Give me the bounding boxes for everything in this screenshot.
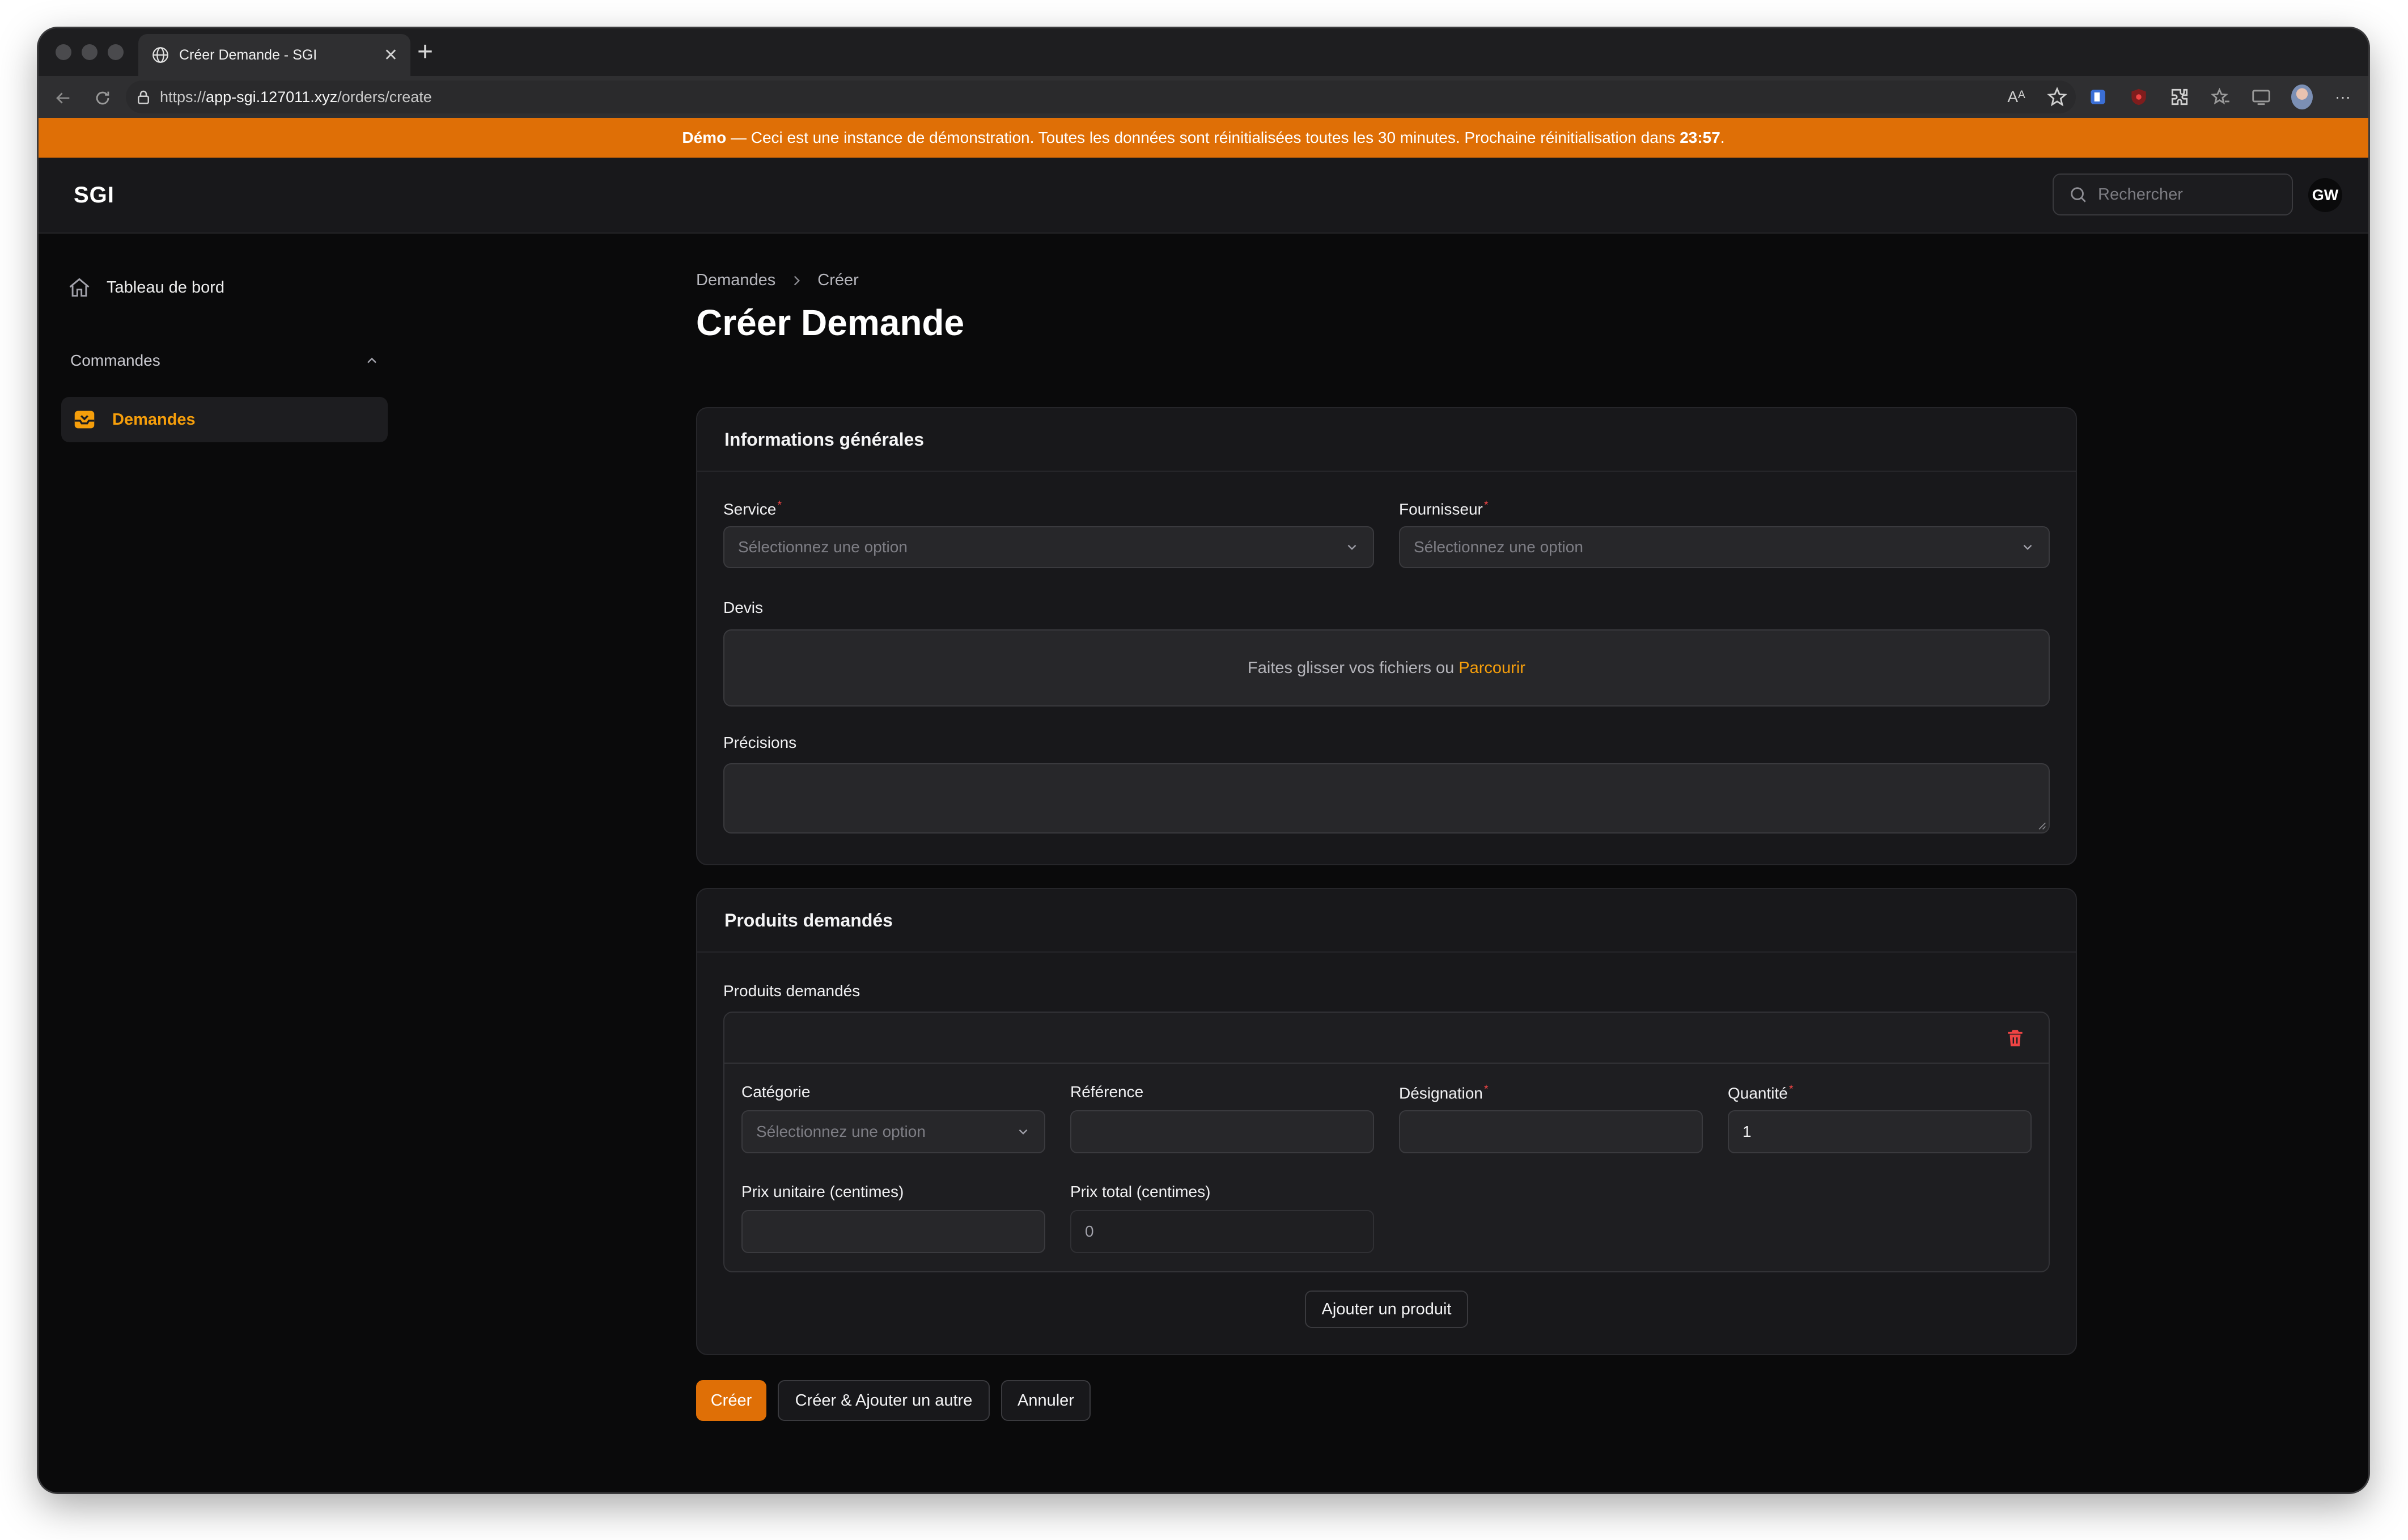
unit-price-input[interactable] bbox=[741, 1210, 1045, 1253]
address-bar[interactable]: https://app-sgi.127011.xyz/orders/create bbox=[126, 81, 2076, 113]
inbox-icon bbox=[74, 411, 95, 429]
quantity-label: Quantité * bbox=[1728, 1083, 1794, 1102]
select-placeholder: Sélectionnez une option bbox=[1414, 538, 1583, 556]
add-product-button[interactable]: Ajouter un produit bbox=[1305, 1291, 1468, 1328]
breadcrumb: Demandes Créer bbox=[696, 271, 859, 290]
browser-tab[interactable]: Créer Demande - SGI ✕ bbox=[138, 34, 410, 76]
extension-blue-icon[interactable] bbox=[2087, 86, 2109, 108]
demo-label: Démo bbox=[682, 129, 727, 146]
browse-link[interactable]: Parcourir bbox=[1459, 659, 1525, 678]
chevron-down-icon bbox=[1347, 544, 1356, 550]
sidebar-item-dashboard[interactable]: Tableau de bord bbox=[67, 273, 224, 302]
close-window-button[interactable] bbox=[56, 44, 71, 60]
cancel-button[interactable]: Annuler bbox=[1001, 1380, 1091, 1421]
product-item-header bbox=[724, 1013, 2049, 1064]
browser-toolbar-icons: Aᴬ ··· bbox=[2006, 84, 2354, 109]
sidebar-group-label: Commandes bbox=[70, 352, 160, 369]
read-aloud-icon[interactable]: Aᴬ bbox=[2006, 86, 2027, 108]
total-price-input bbox=[1070, 1210, 1374, 1253]
total-price-label: Prix total (centimes) bbox=[1070, 1183, 1211, 1200]
quote-label: Devis bbox=[723, 599, 764, 616]
more-menu-icon[interactable]: ··· bbox=[2332, 86, 2354, 108]
designation-label: Désignation * bbox=[1399, 1083, 1489, 1102]
resize-handle-icon[interactable] bbox=[2037, 821, 2046, 830]
sidebar-item-demandes[interactable]: Demandes bbox=[61, 397, 388, 442]
chevron-up-icon[interactable] bbox=[364, 353, 380, 369]
globe-icon bbox=[152, 47, 168, 63]
breadcrumb-demandes[interactable]: Demandes bbox=[696, 271, 775, 290]
breadcrumb-current: Créer bbox=[817, 271, 859, 289]
demo-banner: Démo — Ceci est une instance de démonstr… bbox=[39, 118, 2368, 158]
back-arrow-icon[interactable] bbox=[53, 88, 73, 108]
service-select[interactable]: Sélectionnez une option bbox=[723, 526, 1374, 568]
brand-logo[interactable]: SGI bbox=[74, 183, 115, 208]
unit-price-label: Prix unitaire (centimes) bbox=[741, 1183, 904, 1200]
new-tab-button[interactable]: + bbox=[417, 39, 433, 66]
lock-icon bbox=[138, 90, 149, 104]
section-title: Informations générales bbox=[724, 429, 925, 450]
browser-tab-strip: Créer Demande - SGI ✕ + bbox=[39, 28, 2368, 76]
reset-countdown: 23:57 bbox=[1680, 129, 1720, 146]
products-section: Produits demandés Produits demandés Caté… bbox=[696, 888, 2077, 1355]
sidebar-item-label: Demandes bbox=[112, 410, 196, 429]
supplier-label: Fournisseur * bbox=[1399, 499, 1489, 518]
ublock-icon[interactable] bbox=[2128, 86, 2150, 108]
section-title: Produits demandés bbox=[724, 909, 893, 930]
global-search[interactable] bbox=[2053, 174, 2293, 215]
tab-close-icon[interactable]: ✕ bbox=[384, 45, 398, 65]
file-dropzone[interactable]: Faites glisser vos fichiers ou Parcourir bbox=[723, 629, 2050, 706]
favorites-icon[interactable] bbox=[2210, 86, 2231, 108]
tab-title: Créer Demande - SGI bbox=[179, 46, 317, 63]
sidebar-group-commandes[interactable]: Commandes bbox=[70, 352, 380, 370]
general-info-section: Informations générales Service * Sélectio… bbox=[696, 407, 2077, 865]
create-another-button[interactable]: Créer & Ajouter un autre bbox=[778, 1380, 990, 1421]
trash-icon[interactable] bbox=[2004, 1027, 2026, 1049]
products-repeater-label: Produits demandés bbox=[723, 982, 860, 1000]
app-viewport: Démo — Ceci est une instance de démonstr… bbox=[39, 118, 2368, 1492]
minimize-window-button[interactable] bbox=[82, 44, 97, 60]
service-label: Service * bbox=[723, 499, 782, 518]
designation-input[interactable] bbox=[1399, 1110, 1703, 1153]
window-controls bbox=[56, 44, 124, 60]
search-icon bbox=[2071, 187, 2086, 202]
browser-window: Créer Demande - SGI ✕ + https://app-sgi.… bbox=[39, 28, 2368, 1492]
browser-nav-bar: https://app-sgi.127011.xyz/orders/create… bbox=[39, 76, 2368, 118]
search-input[interactable] bbox=[2097, 184, 2280, 205]
url-text: https://app-sgi.127011.xyz/orders/create bbox=[160, 88, 432, 105]
supplier-select[interactable]: Sélectionnez une option bbox=[1399, 526, 2050, 568]
profile-avatar[interactable] bbox=[2291, 84, 2313, 109]
section-header: Informations générales bbox=[697, 408, 2076, 472]
section-header: Produits demandés bbox=[697, 889, 2076, 953]
select-placeholder: Sélectionnez une option bbox=[756, 1123, 926, 1140]
refresh-icon[interactable] bbox=[93, 88, 112, 108]
details-textarea[interactable] bbox=[723, 763, 2050, 834]
chevron-down-icon bbox=[2023, 544, 2032, 550]
details-label: Précisions bbox=[723, 734, 797, 751]
chevron-down-icon bbox=[1019, 1129, 1028, 1135]
quantity-input[interactable] bbox=[1728, 1110, 2032, 1153]
create-button[interactable]: Créer bbox=[696, 1380, 766, 1421]
home-icon bbox=[69, 278, 90, 297]
star-icon[interactable] bbox=[2046, 86, 2068, 108]
screen-cast-icon[interactable] bbox=[2250, 86, 2272, 108]
product-item: Catégorie Sélectionnez une option Référe… bbox=[723, 1012, 2050, 1272]
category-label: Catégorie bbox=[741, 1083, 811, 1101]
demo-message-end: . bbox=[1720, 129, 1725, 146]
sidebar: Tableau de bord Commandes Demandes bbox=[39, 232, 401, 1492]
reference-label: Référence bbox=[1070, 1083, 1144, 1101]
chevron-right-icon bbox=[794, 276, 800, 285]
reference-input[interactable] bbox=[1070, 1110, 1374, 1153]
sidebar-item-label: Tableau de bord bbox=[107, 278, 224, 297]
page-title: Créer Demande bbox=[696, 302, 965, 343]
user-avatar[interactable]: GW bbox=[2308, 178, 2342, 212]
app-topbar: SGI GW bbox=[39, 158, 2368, 234]
maximize-window-button[interactable] bbox=[108, 44, 124, 60]
select-placeholder: Sélectionnez une option bbox=[738, 538, 908, 556]
dropzone-text: Faites glisser vos fichiers ou bbox=[1248, 658, 1455, 677]
category-select[interactable]: Sélectionnez une option bbox=[741, 1110, 1045, 1153]
demo-message: — Ceci est une instance de démonstration… bbox=[726, 129, 1680, 146]
puzzle-icon[interactable] bbox=[2169, 86, 2190, 108]
